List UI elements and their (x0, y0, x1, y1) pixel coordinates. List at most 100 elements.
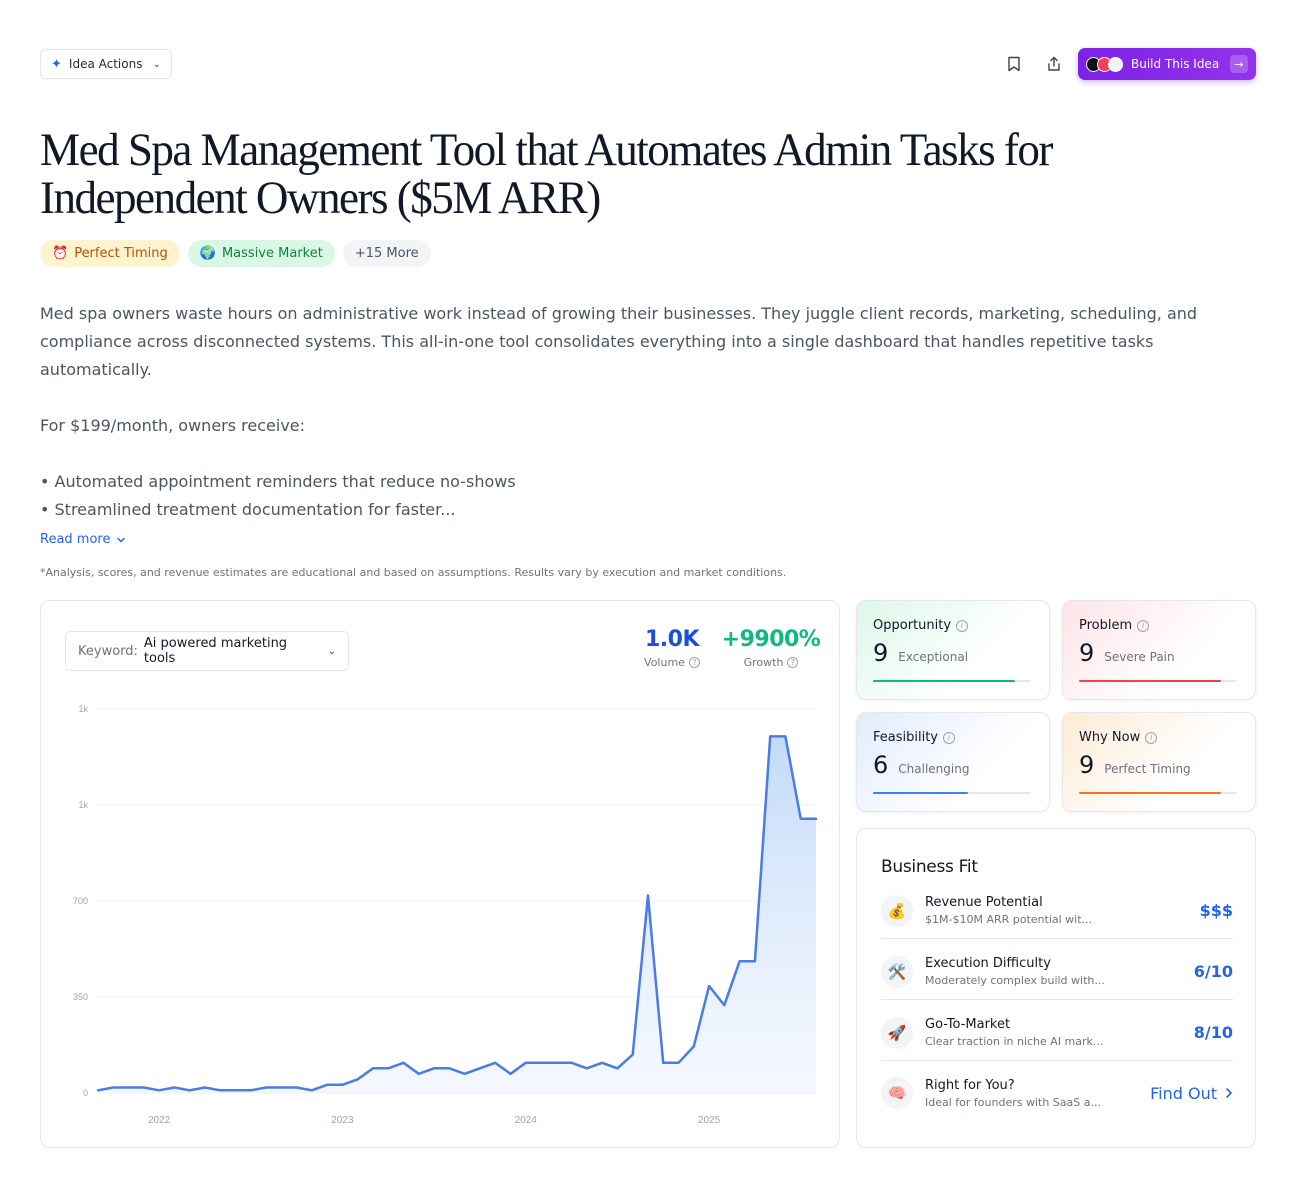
chevron-down-icon: ⌄ (152, 58, 161, 70)
business-fit-card: Business Fit 💰 Revenue Potential $1M-$10… (856, 828, 1256, 1148)
fit-name: Go-To-Market (925, 1017, 1011, 1032)
x-tick-label: 2025 (698, 1115, 721, 1126)
series-area (98, 736, 816, 1093)
score-title: Feasibility (873, 730, 938, 745)
chevron-down-icon: ⌄ (327, 645, 336, 657)
fit-description: Clear traction in niche AI mark... (925, 1035, 1104, 1048)
arrow-right-icon: → (1230, 55, 1248, 73)
share-button[interactable] (1042, 52, 1066, 76)
score-label: Exceptional (898, 650, 969, 664)
x-tick-label: 2022 (148, 1115, 171, 1126)
tag-label: Perfect Timing (74, 246, 168, 261)
x-tick-label: 2023 (331, 1115, 354, 1126)
share-icon (1048, 56, 1060, 71)
y-tick-label: 1k (78, 704, 88, 714)
score-bar-fill (873, 792, 968, 794)
keyword-select[interactable]: Keyword: Ai powered marketing tools ⌄ (65, 631, 349, 671)
money-bag-icon: 💰 (881, 894, 913, 927)
y-tick-label: 700 (73, 896, 88, 906)
score-label: Severe Pain (1104, 650, 1175, 664)
score-card-opportunity[interactable]: Opportunity i 9 Exceptional (856, 600, 1050, 700)
fit-row-go-to-market[interactable]: 🚀 Go-To-Market Clear traction in niche A… (881, 1005, 1233, 1061)
fit-row-execution-difficulty[interactable]: 🛠️ Execution Difficulty Moderately compl… (881, 944, 1233, 1000)
trend-chart-card: 0 350 700 1k 1k 2022 2023 2024 2025 Keyword: Ai … (40, 600, 840, 1148)
score-card-why-now[interactable]: Why Now i 9 Perfect Timing (1062, 712, 1256, 812)
score-title: Problem (1079, 618, 1133, 633)
info-icon[interactable]: i (1137, 619, 1150, 632)
fit-name: Right for You? (925, 1077, 1015, 1093)
score-value: 9 (873, 639, 889, 667)
tools-icon: 🛠️ (881, 955, 913, 988)
volume-value: 1.0K (644, 627, 700, 652)
read-more-label: Read more (40, 532, 111, 547)
score-value: 6 (873, 751, 889, 779)
y-tick-label: 0 (83, 1088, 88, 1098)
bookmark-button[interactable] (1002, 52, 1026, 76)
idea-actions-button[interactable]: ✦ Idea Actions ⌄ (40, 49, 172, 79)
score-card-feasibility[interactable]: Feasibility i 6 Challenging (856, 712, 1050, 812)
x-tick-label: 2024 (515, 1115, 538, 1126)
page-title: Med Spa Management Tool that Automates A… (40, 124, 1053, 224)
fit-description: Moderately complex build with... (925, 974, 1105, 987)
alarm-clock-icon: ⏰ (52, 246, 69, 261)
tag-label: +15 More (354, 246, 419, 261)
read-more-link[interactable]: Read more (40, 532, 126, 547)
info-icon[interactable]: i (1145, 731, 1158, 744)
tag-massive-market[interactable]: 🌍 Massive Market (187, 240, 335, 267)
description-bullet: • Streamlined treatment documentation fo… (40, 500, 456, 519)
y-tick-label: 1k (78, 800, 88, 810)
score-bar-fill (1079, 792, 1222, 794)
business-fit-title: Business Fit (881, 857, 978, 877)
chevron-down-icon (117, 537, 126, 542)
fit-description: Ideal for founders with SaaS a... (925, 1095, 1101, 1109)
top-bar: ✦ Idea Actions ⌄ Build This Idea → (40, 48, 1256, 80)
build-label: Build This Idea (1131, 57, 1220, 71)
description-bullet: • Automated appointment reminders that r… (40, 472, 516, 491)
score-card-problem[interactable]: Problem i 9 Severe Pain (1062, 600, 1256, 700)
score-title: Opportunity (873, 618, 952, 633)
volume-label: Volume (644, 656, 685, 669)
tag-label: Massive Market (221, 246, 323, 261)
y-tick-label: 350 (73, 992, 88, 1002)
growth-label: Growth (743, 656, 784, 669)
score-label: Challenging (898, 762, 970, 776)
keyword-label: Keyword: (78, 643, 138, 659)
fit-description: $1M-$10M ARR potential wit... (925, 913, 1093, 926)
score-bar (1079, 680, 1237, 682)
score-bar (873, 680, 1031, 682)
fit-name: Revenue Potential (925, 895, 1043, 910)
fit-value: $$$ (1199, 901, 1233, 920)
keyword-value: Ai powered marketing tools (143, 636, 288, 666)
tool-avatars (1086, 56, 1123, 72)
idea-actions-label: Idea Actions (68, 57, 143, 71)
info-icon[interactable]: i (943, 731, 955, 744)
growth-value: +9900% (721, 627, 821, 652)
build-this-idea-button[interactable]: Build This Idea → (1078, 48, 1256, 80)
score-bar-fill (1079, 680, 1222, 682)
tag-more[interactable]: +15 More (342, 240, 431, 267)
score-title: Why Now (1079, 730, 1141, 745)
growth-stat: +9900% Growth? (721, 627, 821, 669)
description-paragraph: For $199/month, owners receive: (40, 416, 306, 435)
bookmark-icon (1008, 56, 1020, 72)
info-icon[interactable]: i (956, 619, 969, 632)
fit-name: Execution Difficulty (925, 956, 1051, 971)
help-icon[interactable]: ? (688, 657, 700, 668)
fit-row-revenue-potential[interactable]: 💰 Revenue Potential $1M-$10M ARR potenti… (881, 883, 1233, 939)
tag-list: ⏰ Perfect Timing 🌍 Massive Market +15 Mo… (40, 240, 431, 267)
chevron-right-icon (1226, 1088, 1233, 1098)
help-icon[interactable]: ? (787, 657, 799, 668)
fit-row-right-for-you[interactable]: 🧠 Right for You? Ideal for founders with… (881, 1065, 1233, 1121)
find-out-label: Find Out (1150, 1083, 1217, 1103)
trend-chart: 0 350 700 1k 1k 2022 2023 2024 2025 (73, 704, 818, 1126)
score-label: Perfect Timing (1104, 762, 1191, 776)
tag-perfect-timing[interactable]: ⏰ Perfect Timing (40, 240, 180, 267)
globe-icon: 🌍 (199, 246, 216, 261)
find-out-link[interactable]: Find Out (1150, 1084, 1233, 1103)
avatar (1108, 56, 1123, 72)
score-bar-fill (873, 680, 1016, 682)
sparkle-icon: ✦ (51, 56, 62, 72)
score-bar (873, 792, 1031, 794)
fit-value: 8/10 (1193, 1023, 1233, 1042)
description-paragraph: Med spa owners waste hours on administra… (40, 304, 1198, 379)
